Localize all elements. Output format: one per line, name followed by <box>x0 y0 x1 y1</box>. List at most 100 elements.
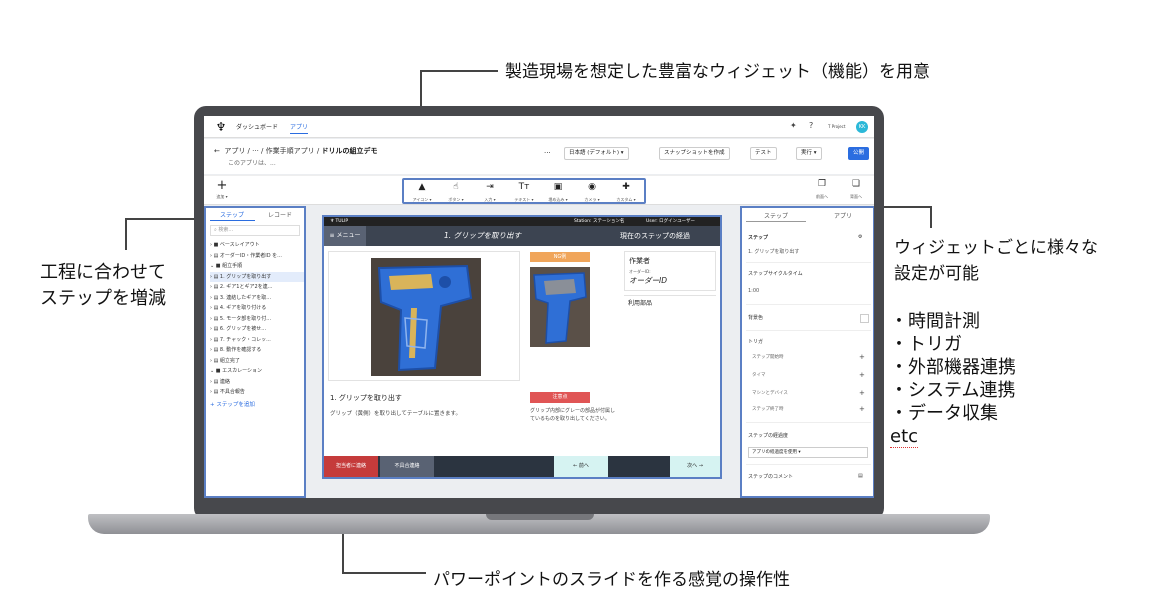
shapes-icon: ▲ <box>418 182 426 192</box>
tree-item[interactable]: › ▤ 6. グリップを被せ... <box>210 324 304 335</box>
tab-app[interactable]: アプリ <box>834 211 852 220</box>
cycle-time-value: 1:00 <box>748 288 760 294</box>
cycle-time-heading: ステップサイクルタイム <box>748 271 803 277</box>
divider <box>746 464 871 465</box>
button-tool[interactable]: ☝ ボタン ▾ <box>439 182 473 205</box>
tree-item[interactable]: › ▤ 7. チャック・コレッ... <box>210 335 304 346</box>
station-name: Station: ステーション名 <box>574 219 625 224</box>
megaphone-icon[interactable]: ✦ <box>790 121 797 130</box>
avatar[interactable]: KK <box>856 121 868 133</box>
trigger-timer[interactable]: タイマ <box>752 372 766 378</box>
camera-tool[interactable]: ◉ カメラ ▾ <box>575 182 609 205</box>
divider <box>746 304 871 305</box>
add-trigger-icon[interactable]: + <box>859 372 865 379</box>
login-user: User: ログインユーザー <box>646 219 696 224</box>
send-back-button[interactable]: ❏ 背面へ <box>844 179 868 202</box>
tree-item[interactable]: › ▤ 5. モータ部を取り付... <box>210 314 304 325</box>
callout-right-line2: 設定が可能 <box>894 264 979 284</box>
elapsed-heading: ステップの経過度 <box>748 433 789 439</box>
ng-example-label: NG例 <box>530 252 590 262</box>
tree-item[interactable]: › ■ ベースレイアウト <box>210 240 304 251</box>
snapshot-button[interactable]: スナップショットを作成 <box>659 147 730 160</box>
elapsed-select[interactable]: アプリの経過度を使用 ▾ <box>748 447 868 458</box>
product-image-frame[interactable] <box>328 251 520 381</box>
tab-step[interactable]: ステップ <box>764 211 788 220</box>
more-button[interactable]: ··· <box>544 149 551 157</box>
icon-tool[interactable]: ▲ アイコン ▾ <box>405 182 439 205</box>
breadcrumb-more[interactable]: ··· <box>252 147 259 155</box>
bring-front-button[interactable]: ❐ 前面へ <box>810 179 834 202</box>
custom-tool[interactable]: ✚ カスタム ▾ <box>609 182 643 205</box>
text-icon: Tт <box>518 182 530 192</box>
tree-item-selected[interactable]: › ▤ 1. グリップを取り出す <box>210 271 304 282</box>
prev-button[interactable]: ← 前へ <box>554 456 608 477</box>
bring-front-icon: ❐ <box>817 179 827 189</box>
callout-line <box>930 206 932 228</box>
tree-item[interactable]: › ▤ 3. 連結したギアを取... <box>210 293 304 304</box>
add-trigger-icon[interactable]: + <box>859 406 865 413</box>
puzzle-icon: ✚ <box>622 182 630 192</box>
tree-item[interactable]: › ▤ 4. ギアを取り付ける <box>210 303 304 314</box>
bg-color-swatch[interactable] <box>860 314 869 323</box>
tree-item[interactable]: › ▤ 組立完了 <box>210 356 304 367</box>
gear-icon[interactable]: ⚙ <box>858 234 862 240</box>
tree-item[interactable]: › ▤ 不具合報告 <box>210 387 304 398</box>
callout-left-line2: ステップを増減 <box>40 288 166 309</box>
tree-item[interactable]: › ▤ 連絡 <box>210 377 304 388</box>
menu-button[interactable]: ≡ メニュー <box>324 226 366 246</box>
trigger-step-end[interactable]: ステップ終了時 <box>752 406 784 412</box>
panel-tabs: ステップ レコード <box>206 208 304 222</box>
add-step-button[interactable]: + ステップを追加 <box>210 400 304 408</box>
divider <box>746 330 871 331</box>
properties-panel: ステップ アプリ ステップ ⚙ 1. グリップを取り出す ステップサイクルタイム… <box>740 206 874 498</box>
user-project[interactable]: T Project <box>828 124 845 129</box>
search-input[interactable]: ⌕ 検索... <box>210 225 300 236</box>
tab-steps[interactable]: ステップ <box>220 210 244 219</box>
step-heading: ステップ <box>748 235 769 241</box>
caution-label: 注意点 <box>530 392 590 403</box>
trigger-step-start[interactable]: ステップ開始時 <box>752 354 784 360</box>
ng-example-image[interactable] <box>530 267 590 347</box>
bullet-device: ・外部機器連携 <box>890 357 1016 378</box>
report-defect-button[interactable]: 不具合連絡 <box>380 456 434 477</box>
next-button[interactable]: 次へ → <box>670 456 720 477</box>
parts-widget: 利用部品 <box>624 295 716 383</box>
step-tree: › ■ ベースレイアウト › ▤ オーダーID・作業者ID を... ⌄ ■ 組… <box>210 240 304 408</box>
step-canvas: ♆ TULIP Station: ステーション名 User: ログインユーザー … <box>322 215 722 479</box>
plus-icon: + <box>216 178 228 193</box>
parts-label: 利用部品 <box>628 300 653 307</box>
nav-dashboard[interactable]: ダッシュボード <box>236 122 278 131</box>
tab-records[interactable]: レコード <box>268 210 292 219</box>
trigger-machines[interactable]: マシンとデバイス <box>752 390 788 396</box>
step-title-header: 1. グリップを取り出す <box>444 231 522 240</box>
embed-tool[interactable]: ▣ 埋め込み ▾ <box>541 182 575 205</box>
tulip-brand: ♆ TULIP <box>330 219 349 224</box>
camera-icon: ◉ <box>588 182 596 192</box>
nav-app[interactable]: アプリ <box>290 122 309 134</box>
tree-item[interactable]: › ▤ 8. 動作を確認する <box>210 345 304 356</box>
breadcrumb-folder[interactable]: 作業手順アプリ <box>266 147 315 155</box>
tree-item[interactable]: ⌄ ■ 組立手順 <box>210 261 304 272</box>
bullet-trigger: ・トリガ <box>890 334 962 355</box>
comment-icon[interactable]: ▤ <box>858 473 863 479</box>
breadcrumb-app[interactable]: アプリ <box>224 147 245 155</box>
contact-manager-button[interactable]: 担当者に連絡 <box>324 456 378 477</box>
tree-item[interactable]: ⌄ ■ エスカレーション <box>210 366 304 377</box>
input-tool[interactable]: ⇥ 入力 ▾ <box>473 182 507 205</box>
breadcrumb-current: ドリルの組立デモ <box>321 147 378 155</box>
add-button[interactable]: + 追加 ▾ <box>212 179 232 200</box>
test-button[interactable]: テスト <box>750 147 777 160</box>
back-arrow-icon[interactable]: ← <box>214 147 220 155</box>
tree-item[interactable]: › ▤ 2. ギア1とギア2を連... <box>210 282 304 293</box>
language-select[interactable]: 日本語 (デフォルト) ▾ <box>564 147 629 160</box>
add-trigger-icon[interactable]: + <box>859 354 865 361</box>
add-trigger-icon[interactable]: + <box>859 390 865 397</box>
help-icon[interactable]: ? <box>809 121 813 130</box>
widget-toolbar: + 追加 ▾ ▲ アイコン ▾ ☝ ボタン ▾ ⇥ 入力 ▾ Tт テキスト ▾ ▣ 埋め… <box>204 175 874 205</box>
text-tool[interactable]: Tт テキスト ▾ <box>507 182 541 205</box>
publish-button[interactable]: 公開 <box>848 147 870 160</box>
caution-text: グリップ内部にグレーの部品が付属しているものを取り出してください。 <box>530 408 616 422</box>
run-button[interactable]: 実行 ▾ <box>796 147 822 160</box>
tree-item[interactable]: › ▤ オーダーID・作業者ID を... <box>210 251 304 262</box>
tulip-logo-icon[interactable]: ♆ <box>214 120 228 134</box>
